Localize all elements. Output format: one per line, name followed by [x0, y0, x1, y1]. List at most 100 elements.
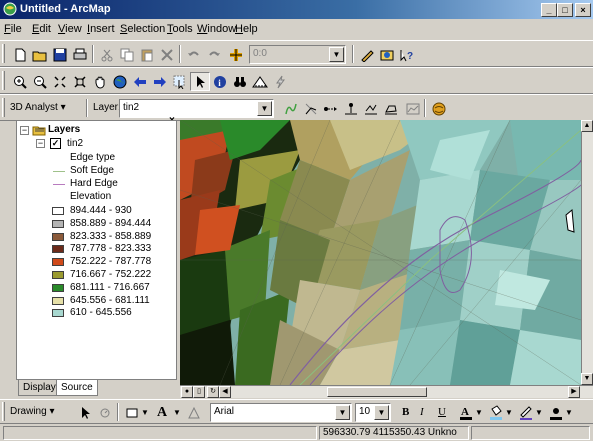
bold-button[interactable]: B [402, 406, 409, 418]
cut-scissors-icon[interactable] [97, 45, 117, 64]
measure-ruler-icon[interactable] [250, 72, 270, 91]
close-button[interactable]: × [575, 3, 591, 17]
maximize-button[interactable]: □ [557, 3, 573, 17]
fill-color-bucket-icon[interactable] [486, 403, 506, 422]
open-folder-icon[interactable] [30, 45, 50, 64]
refresh-view-icon[interactable]: ↻ [207, 386, 219, 398]
elevation-swatch[interactable] [52, 232, 64, 241]
edge-symbol[interactable] [53, 184, 65, 185]
chevron-down-icon[interactable]: ▼ [535, 408, 543, 417]
rectangle-tool-icon[interactable] [122, 403, 142, 422]
scroll-up-arrow-icon[interactable]: ▲ [581, 120, 593, 132]
menu-tools[interactable]: Tools [167, 23, 193, 35]
new-text-icon[interactable]: A [152, 403, 172, 422]
scroll-left-arrow-icon[interactable]: ◀ [219, 386, 231, 398]
chevron-down-icon[interactable]: ▼ [565, 408, 573, 417]
interpolate-line-icon[interactable] [361, 99, 381, 118]
font-color-icon[interactable]: A [456, 403, 476, 422]
elevation-swatch[interactable] [52, 207, 64, 215]
chevron-down-icon[interactable]: ▼ [173, 408, 181, 417]
elevation-swatch[interactable] [52, 245, 64, 254]
arcscene-globe-icon[interactable] [429, 99, 449, 118]
chevron-down-icon[interactable]: ▼ [335, 405, 350, 420]
select-elements-arrow-icon[interactable] [75, 403, 95, 422]
print-icon[interactable] [70, 45, 90, 64]
chevron-down-icon[interactable]: ▼ [257, 101, 272, 116]
zoom-out-icon[interactable] [30, 72, 50, 91]
elevation-swatch[interactable] [52, 219, 64, 228]
redo-icon[interactable] [204, 45, 224, 64]
fixed-zoom-out-icon[interactable] [70, 72, 90, 91]
paste-icon[interactable] [137, 45, 157, 64]
chevron-down-icon[interactable]: ▼ [374, 405, 389, 420]
map-vertical-scrollbar[interactable]: ▲ ▼ [581, 120, 593, 385]
layout-view-toggle-icon[interactable]: ▯ [193, 386, 205, 398]
line-of-sight-icon[interactable] [321, 99, 341, 118]
arccatalog-icon[interactable] [377, 45, 397, 64]
fixed-zoom-in-icon[interactable] [50, 72, 70, 91]
edge-symbol[interactable] [53, 171, 65, 172]
italic-button[interactable]: I [420, 406, 424, 418]
menu-help[interactable]: Help [235, 23, 258, 35]
whats-this-help-icon[interactable]: ? [397, 45, 417, 64]
data-view-toggle-icon[interactable]: ● [181, 386, 193, 398]
chevron-down-icon[interactable]: ▼ [329, 47, 344, 62]
menu-edit[interactable]: Edit [32, 23, 51, 35]
profile-graph-icon[interactable] [403, 99, 423, 118]
chevron-down-icon[interactable]: ▼ [505, 408, 513, 417]
menu-view[interactable]: View [58, 23, 82, 35]
underline-button[interactable]: U [438, 406, 446, 418]
chevron-down-icon[interactable]: ▼ [141, 408, 149, 417]
drawing-menu[interactable]: Drawing ▾ [10, 406, 54, 417]
save-disk-icon[interactable] [50, 45, 70, 64]
toolbar-grip[interactable] [2, 402, 5, 421]
font-select[interactable]: Arial ▼ [210, 403, 352, 422]
editor-toolbar-icon[interactable] [357, 45, 377, 64]
map-scale-combo[interactable]: 0:0 ▼ [249, 45, 346, 64]
elevation-swatch[interactable] [52, 258, 64, 267]
zoom-in-icon[interactable] [10, 72, 30, 91]
tab-display[interactable]: Display [18, 380, 61, 396]
menu-selection[interactable]: Selection [120, 23, 165, 35]
marker-color-icon[interactable] [546, 403, 566, 422]
collapse-tin2-icon[interactable]: − [36, 139, 45, 148]
select-features-icon[interactable] [170, 72, 190, 91]
undo-icon[interactable] [184, 45, 204, 64]
map-view[interactable] [180, 120, 581, 385]
menu-window[interactable]: Window [197, 23, 236, 35]
hyperlink-lightning-icon[interactable] [270, 72, 290, 91]
select-elements-arrow-icon[interactable] [190, 72, 210, 91]
minimize-button[interactable]: _ [541, 3, 557, 17]
scroll-right-arrow-icon[interactable]: ▶ [568, 386, 580, 398]
back-arrow-icon[interactable] [130, 72, 150, 91]
3d-analyst-menu[interactable]: 3D Analyst ▾ [10, 102, 66, 113]
elevation-swatch[interactable] [52, 283, 64, 292]
contour-tool-icon[interactable] [281, 99, 301, 118]
elevation-swatch[interactable] [52, 271, 64, 279]
identify-info-icon[interactable]: i [210, 72, 230, 91]
toolbar-grip[interactable] [2, 71, 5, 90]
full-extent-globe-icon[interactable] [110, 72, 130, 91]
add-data-icon[interactable] [226, 45, 246, 64]
menu-insert[interactable]: Insert [87, 23, 115, 35]
elevation-swatch[interactable] [52, 309, 64, 318]
edit-vertices-icon[interactable] [184, 403, 204, 422]
rotate-icon[interactable] [95, 403, 115, 422]
forward-arrow-icon[interactable] [150, 72, 170, 91]
tab-source[interactable]: Source [56, 380, 98, 396]
scroll-down-arrow-icon[interactable]: ▼ [581, 373, 593, 385]
line-color-pen-icon[interactable] [516, 403, 536, 422]
layer-select[interactable]: tin2 ▼ [119, 99, 274, 118]
interpolate-point-icon[interactable] [341, 99, 361, 118]
layer-name-tin2[interactable]: tin2 [67, 138, 83, 149]
find-binoculars-icon[interactable] [230, 72, 250, 91]
toolbar-grip[interactable] [2, 44, 5, 63]
elevation-swatch[interactable] [52, 296, 64, 305]
steepest-path-icon[interactable] [301, 99, 321, 118]
map-horizontal-scrollbar[interactable]: ● ▯ ↻ ◀ ▶ [180, 385, 593, 398]
scroll-thumb[interactable] [327, 387, 427, 397]
menu-file[interactable]: File [4, 23, 22, 35]
font-size-select[interactable]: 10 ▼ [355, 403, 391, 422]
toolbar-grip[interactable] [2, 98, 5, 117]
pan-hand-icon[interactable] [90, 72, 110, 91]
